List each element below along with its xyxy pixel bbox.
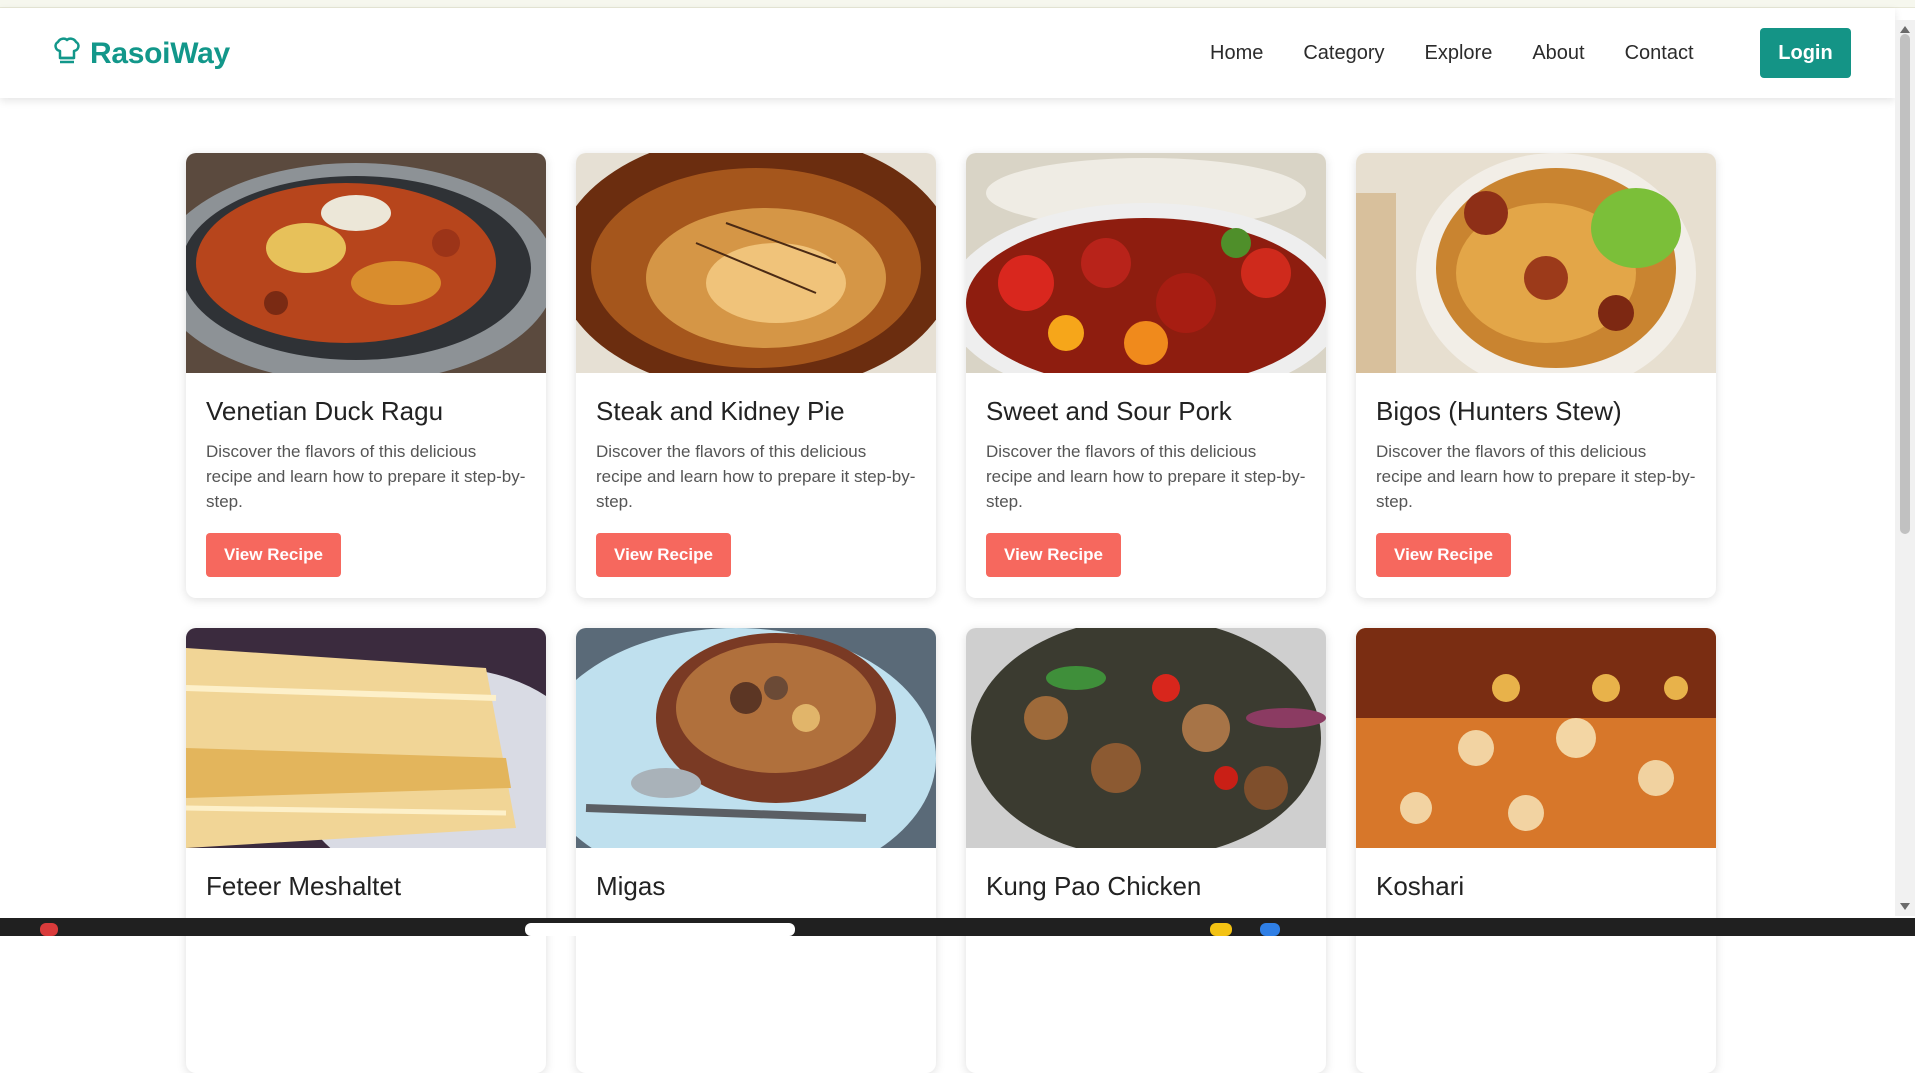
nav-home[interactable]: Home [1210,42,1263,65]
brand-name: RasoiWay [90,36,230,70]
recipe-card: Venetian Duck Ragu Discover the flavors … [186,153,546,598]
recipe-card: Feteer Meshaltet [186,628,546,1073]
scroll-up-icon[interactable] [1900,26,1910,33]
nav-links: Home Category Explore About Contact [1210,8,1734,98]
os-taskbar [0,918,1915,936]
recipe-description: Discover the flavors of this delicious r… [206,442,526,511]
recipe-title: Sweet and Sour Pork [986,396,1232,426]
browser-top-strip [0,0,1915,8]
scroll-thumb[interactable] [1900,34,1910,534]
recipe-image [186,628,546,848]
login-button[interactable]: Login [1760,28,1851,78]
recipe-description: Discover the flavors of this delicious r… [596,442,916,511]
nav-about[interactable]: About [1532,42,1584,65]
recipe-title: Feteer Meshaltet [206,871,402,901]
recipe-image [1356,628,1716,848]
recipe-card: Kung Pao Chicken [966,628,1326,1073]
view-recipe-button[interactable]: View Recipe [986,533,1121,577]
recipe-title: Kung Pao Chicken [986,871,1202,901]
taskbar-app-icon[interactable] [1210,923,1232,936]
recipe-image [186,153,546,373]
recipe-image [576,628,936,848]
nav-category[interactable]: Category [1303,42,1384,65]
nav-explore[interactable]: Explore [1425,42,1493,65]
recipe-title: Bigos (Hunters Stew) [1376,396,1622,426]
recipe-card: Koshari [1356,628,1716,1073]
recipe-title: Koshari [1376,871,1465,901]
recipe-title: Venetian Duck Ragu [206,396,444,426]
recipe-title: Migas [596,871,666,901]
recipe-card: Migas [576,628,936,1073]
recipe-title: Steak and Kidney Pie [596,396,845,426]
recipe-description: Discover the flavors of this delicious r… [986,442,1306,511]
view-recipe-button[interactable]: View Recipe [206,533,341,577]
recipe-card: Bigos (Hunters Stew) Discover the flavor… [1356,153,1716,598]
recipe-image [966,628,1326,848]
recipe-card: Sweet and Sour Pork Discover the flavors… [966,153,1326,598]
scroll-down-icon[interactable] [1900,903,1910,910]
view-recipe-button[interactable]: View Recipe [1376,533,1511,577]
navbar: RasoiWay Home Category Explore About Con… [0,8,1895,98]
recipe-image [1356,153,1716,373]
chef-hat-icon [52,36,82,71]
taskbar-search[interactable] [525,923,795,936]
taskbar-app-icon[interactable] [1260,923,1280,936]
weather-icon[interactable] [40,923,58,936]
page-scrollbar[interactable] [1895,20,1915,916]
nav-contact[interactable]: Contact [1625,42,1694,65]
recipe-card: Steak and Kidney Pie Discover the flavor… [576,153,936,598]
recipe-description: Discover the flavors of this delicious r… [1376,442,1696,511]
recipe-image [576,153,936,373]
view-recipe-button[interactable]: View Recipe [596,533,731,577]
brand-logo-link[interactable]: RasoiWay [52,36,230,71]
recipe-image [966,153,1326,373]
